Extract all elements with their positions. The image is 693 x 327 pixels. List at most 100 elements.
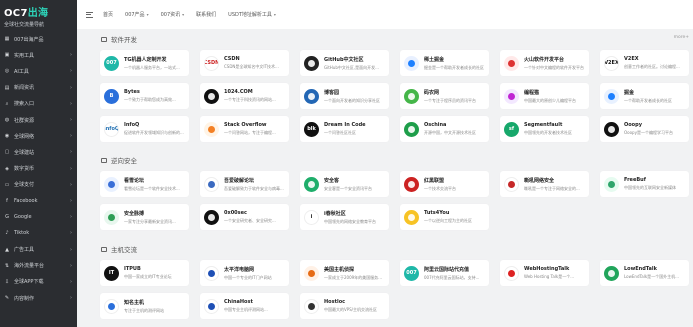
site-card[interactable]: GitHub中文社区 GitHub中文社区,是面向开发...: [300, 50, 389, 76]
sidebar-item-label: 数字货币: [14, 166, 35, 173]
site-card[interactable]: 知名主机 专注于主机的测评网站: [100, 293, 189, 319]
site-card[interactable]: 码农网 一个专注于程序员的资讯平台: [400, 83, 489, 109]
globe-icon: ◉: [4, 133, 10, 140]
topnav-item-label: 联系我们: [196, 12, 217, 18]
sidebar-item-label: 全球支付: [14, 182, 35, 189]
site-card[interactable]: Ooopy Ooopy是一个编程学习平台: [600, 116, 689, 142]
site-card[interactable]: 博客园 一个面向开发者的知识分享社区: [300, 83, 389, 109]
sidebar-item[interactable]: ▣ 实用工具 ›: [0, 47, 77, 63]
more-link[interactable]: more+: [674, 35, 689, 40]
site-card[interactable]: Oschina 开源中国，中文开源技术社区: [400, 116, 489, 142]
card-title: GitHub中文社区: [324, 56, 364, 63]
topnav-item[interactable]: USDT地址解析工具 ▾: [228, 11, 276, 18]
site-card[interactable]: Tuts4You 一个以逆向工程为主的社区: [400, 204, 489, 230]
site-logo-icon: i: [304, 209, 319, 225]
card-title: 博客园: [324, 89, 340, 96]
card-title: 掘金: [624, 89, 635, 96]
topnav-item[interactable]: 联系我们: [196, 11, 216, 18]
site-card[interactable]: 007 阿里云国际站代充值 007代充阿里云国际站，支持...: [400, 260, 489, 286]
sidebar-item[interactable]: ◈ 数字货币 ›: [0, 161, 77, 177]
traffic-icon: ⇅: [4, 262, 10, 269]
sidebar-item[interactable]: ◎ AI工具 ›: [0, 63, 77, 79]
topnav-item[interactable]: 007资讯 ▾: [161, 11, 185, 18]
topnav-item-label: USDT地址解析工具: [228, 12, 272, 18]
sidebar-item[interactable]: ✎ 内容制作 ›: [0, 290, 77, 306]
sidebar-item[interactable]: ♪ Tiktok ›: [0, 225, 77, 241]
site-card[interactable]: sf Segmentfault 中国领先的开发者技术社区: [500, 116, 589, 142]
logo-tagline: 全球社交流量导航: [4, 22, 45, 28]
sidebar-item[interactable]: ◍ 社群资源 ›: [0, 112, 77, 128]
site-card[interactable]: B Bytes 一个致力于帮助您成为高效...: [100, 83, 189, 109]
sidebar-item[interactable]: f Facebook ›: [0, 193, 77, 209]
card-title: ITPUB: [124, 266, 141, 272]
site-card[interactable]: LowEndTalk LowEndTalk是一个国外主机...: [600, 260, 689, 286]
site-card[interactable]: 安全客 安全客是一个安全资讯平台: [300, 171, 389, 197]
site-logo[interactable]: OC7出海 全球社交流量导航: [0, 0, 77, 31]
sidebar-item[interactable]: ▦ 007出海产品: [0, 31, 77, 47]
site-card[interactable]: V2EX V2EX 创意工作者的社区。讨论编程...: [600, 50, 689, 76]
topnav-item[interactable]: 首页: [103, 11, 113, 18]
site-card[interactable]: FreeBuf 中国领先的互联网安全新媒体: [600, 171, 689, 197]
site-card[interactable]: Stack Overflow 一个问答网站，专注于编程...: [200, 116, 289, 142]
menu-toggle-icon[interactable]: [86, 11, 93, 18]
card-description: 嘶吼是一个专注于网络安全的...: [524, 185, 580, 191]
card-title: 美国主机侦探: [324, 266, 355, 273]
sidebar-item[interactable]: ◉ 全球网络 ›: [0, 128, 77, 144]
site-logo-icon: CSDN: [204, 55, 219, 71]
site-card[interactable]: InfoQ InfoQ 促进软件开发领域知识与创新的...: [100, 116, 189, 142]
site-card[interactable]: 0x00sec 一个安全研究者、安全研究...: [200, 204, 289, 230]
site-card[interactable]: i i春秋社区 中国领先的网络安全教育平台: [300, 204, 389, 230]
site-card[interactable]: 稀土掘金 掘金是一个帮助开发者成长的社区: [400, 50, 489, 76]
site-card[interactable]: IT ITPUB 中国一家成立的IT专业论坛: [100, 260, 189, 286]
chevron-right-icon: ›: [70, 149, 72, 156]
chevron-right-icon: ›: [70, 133, 72, 140]
card-description: 一个问答网站，专注于编程...: [224, 130, 276, 135]
sidebar-item-label: 全球网络: [14, 133, 35, 140]
card-description: 中国领先的开发者技术社区: [524, 130, 572, 135]
chevron-right-icon: ›: [70, 181, 72, 188]
caret-down-icon: ▾: [146, 12, 149, 17]
site-card[interactable]: 掘金 一个帮助开发者成长的社区: [600, 83, 689, 109]
topnav-item-label: 首页: [103, 12, 114, 18]
site-card[interactable]: WebHostingTalk Web Hosting Talk是一个...: [500, 260, 589, 286]
sidebar-item[interactable]: ▭ 全球支付 ›: [0, 177, 77, 193]
chevron-right-icon: ›: [70, 230, 72, 237]
sidebar-item[interactable]: ▲ 广告工具 ›: [0, 241, 77, 257]
sidebar-item[interactable]: ⇅ 海外流量平台 ›: [0, 258, 77, 274]
site-card[interactable]: Hostloc 中国最大的VPS/主机交流社区: [300, 293, 389, 319]
card-description: 中国最大的VPS/主机交流社区: [324, 307, 378, 312]
card-title: InfoQ: [124, 122, 140, 128]
chevron-right-icon: ›: [70, 214, 72, 221]
site-card[interactable]: 美国主机侦探 一家成立于2009年的美国服务...: [300, 260, 389, 286]
chevron-right-icon: ›: [70, 246, 72, 253]
logo-name-part2: 出海: [27, 8, 49, 19]
site-card[interactable]: 红黑联盟 一个技术交流平台: [400, 171, 489, 197]
sidebar-item[interactable]: ▢ 全球建站 ›: [0, 144, 77, 160]
site-card[interactable]: 1024.COM 一个专注于科技资讯的网站...: [200, 83, 289, 109]
site-card[interactable]: CSDN CSDN CSDN是全球知名中文IT技术...: [200, 50, 289, 76]
card-title: Ooopy: [624, 122, 642, 128]
site-card[interactable]: 安全脉搏 一家专注分享最新安全资讯...: [100, 204, 189, 230]
card-title: 嘶吼网络安全: [524, 177, 555, 184]
sidebar-item[interactable]: ⇩ 全球APP下载 ›: [0, 274, 77, 290]
topnav-item[interactable]: 007产品 ▾: [125, 11, 149, 18]
site-card[interactable]: 看雪论坛 看雪论坛是一个软件安全技术...: [100, 171, 189, 197]
site-card[interactable]: 太平洋电脑网 中国一个专业的IT门户网站: [200, 260, 289, 286]
site-logo-icon: [304, 88, 319, 104]
facebook-icon: f: [6, 197, 8, 204]
card-description: 一家成立于2009年的美国服务...: [324, 274, 382, 280]
site-card[interactable]: 嘶吼网络安全 嘶吼是一个专注于网络安全的...: [500, 171, 589, 197]
site-card[interactable]: 火山软件开发平台 一个针对中文编程的软件开发平台: [500, 50, 589, 76]
sidebar-item[interactable]: ▤ 新闻资讯 ›: [0, 80, 77, 96]
card-title: 阿里云国际站代充值: [424, 266, 470, 273]
sidebar-item[interactable]: ⌕ 搜索入口 ›: [0, 96, 77, 112]
card-description: LowEndTalk是一个国外主机...: [624, 274, 679, 279]
site-card[interactable]: 编程猫 中国最大的原创少儿编程平台: [500, 83, 589, 109]
sidebar-item[interactable]: G Google ›: [0, 209, 77, 225]
card-description: 一个专注于程序员的资讯平台: [424, 97, 476, 103]
site-card[interactable]: blk Dream In Code 一个问答社区社区: [300, 116, 389, 142]
site-logo-icon: [104, 209, 119, 225]
site-card[interactable]: ChinaHost 中国专业主机评测网站...: [200, 293, 289, 319]
site-card[interactable]: 007 TG机器人定制开发 一个机器人服务平台，一站式...: [100, 50, 189, 76]
site-card[interactable]: 吾爱破解论坛 吾爱破解致力于软件安全与病毒...: [200, 171, 289, 197]
